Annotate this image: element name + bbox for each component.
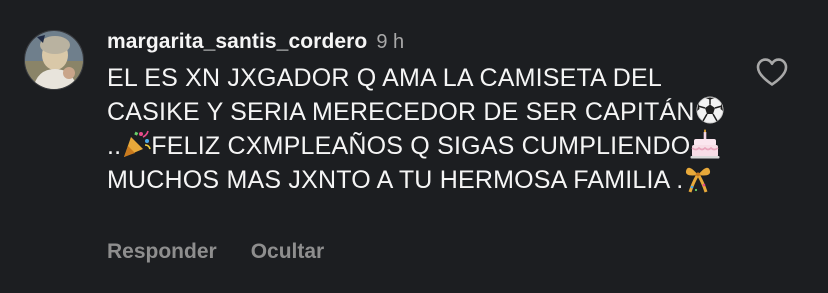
comment-text-part: EL ES XN JXGADOR Q AMA LA CAMISETA DEL C… [107, 64, 695, 126]
comment-header: margarita_santis_cordero 9 h [107, 30, 404, 56]
party-popper-icon [121, 129, 152, 159]
comment-text-part: MUCHOS MAS JXNTO A TU HERMOSA FAMILIA . [107, 166, 684, 194]
comment-actions: Responder Ocultar [107, 240, 324, 264]
hide-button[interactable]: Ocultar [251, 240, 325, 264]
avatar[interactable] [24, 30, 84, 90]
comment-text-part: FELIZ CXMPLEAÑOS Q SIGAS CUMPLIENDO [151, 132, 691, 160]
comment: margarita_santis_cordero 9 h EL ES XN JX… [0, 0, 828, 293]
comment-text-part: .. [107, 132, 122, 160]
timestamp: 9 h [376, 31, 405, 53]
birthday-cake-icon [690, 129, 720, 159]
reply-button[interactable]: Responder [107, 240, 217, 264]
heart-outline-icon[interactable] [755, 57, 789, 87]
comment-text: EL ES XN JXGADOR Q AMA LA CAMISETA DEL C… [107, 61, 727, 197]
username[interactable]: margarita_santis_cordero [107, 30, 367, 54]
avatar-image [25, 31, 83, 89]
ribbon-icon [683, 163, 713, 193]
soccer-ball-icon [695, 95, 725, 125]
